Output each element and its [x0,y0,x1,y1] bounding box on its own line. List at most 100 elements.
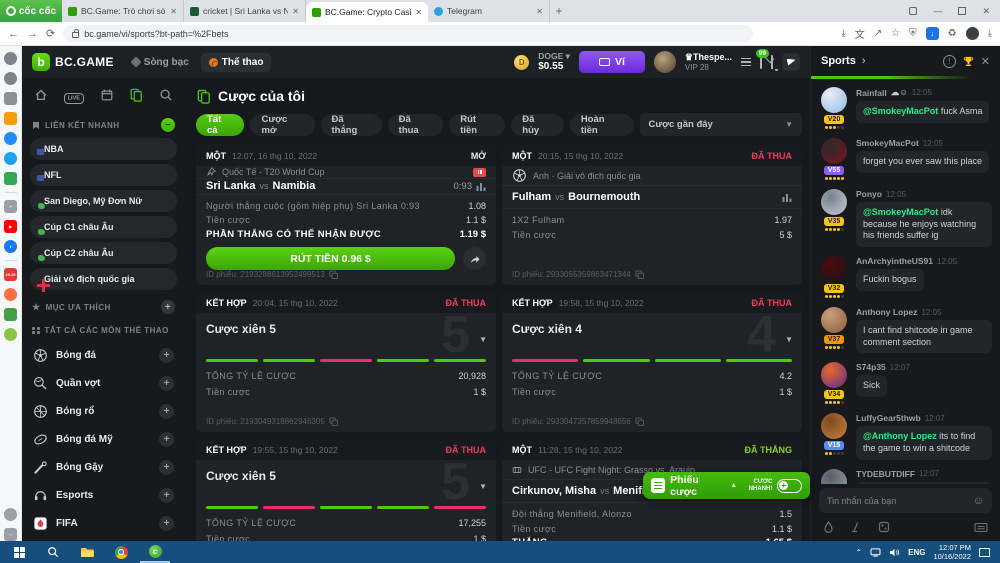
expand-sport-button[interactable]: + [159,516,174,531]
stats-icon[interactable] [476,182,486,191]
chat-toggle-icon[interactable] [782,53,800,71]
chat-username[interactable]: AnArchyintheUS91 [856,256,933,266]
expand-combo-caret[interactable]: ▼ [479,335,487,344]
filter-pill[interactable]: Đã thắng [321,114,382,136]
reload-button[interactable]: ⟳ [46,27,55,40]
user-info[interactable]: ♛Thespe... VIP 28 [685,52,732,72]
copy-icon[interactable] [329,270,338,279]
share-bet-button[interactable] [463,247,486,270]
sport-item[interactable]: Bóng đá Mỹ + [30,425,177,453]
chat-username[interactable]: S74p35 [856,362,886,372]
live-stream-icon[interactable] [473,168,486,177]
expand-combo-caret[interactable]: ▼ [785,335,793,344]
expand-sport-button[interactable]: + [159,376,174,391]
collapse-quick-links-button[interactable]: − [161,118,175,132]
bet-teams[interactable]: FulhamvsBournemouth [502,186,802,209]
back-button[interactable]: ← [8,28,19,40]
live-icon[interactable]: LIVE [64,86,84,104]
new-tab-button[interactable]: + [550,0,568,22]
rain-tip-icon[interactable] [823,521,834,533]
expand-sport-button[interactable]: + [159,432,174,447]
bet-card[interactable]: MỘT20:15, 15 thg 10, 2022 ĐÃ THUA Anh · … [502,145,802,285]
avatar[interactable] [821,138,847,164]
window-maximize-button[interactable] [958,7,966,15]
chat-username[interactable]: Anthony Lopez [856,307,917,317]
menu-icon[interactable] [741,56,751,68]
promo-icon[interactable] [4,288,17,301]
chat-username[interactable]: Ponyo [856,189,882,199]
filter-pill[interactable]: Tất cả [196,114,244,136]
browser-profile-avatar[interactable] [966,27,979,40]
avatar[interactable] [821,307,847,333]
quick-link-item[interactable]: San Diego, Mỹ Đơn Nữ [30,190,177,212]
avatar[interactable] [821,469,847,484]
filter-pill[interactable]: Rút tiền [449,114,505,136]
sort-dropdown[interactable]: Cược gần đây▼ [640,113,803,136]
stats-icon[interactable] [782,193,792,202]
window-close-button[interactable]: ✕ [982,6,990,17]
coccoc-browser-icon[interactable]: c [140,541,170,563]
quick-link-item[interactable]: NBA [30,138,177,160]
bet-card[interactable]: KẾT HỢP19:55, 15 thg 10, 2022 ĐÃ THUA Cư… [196,439,496,541]
copy-icon[interactable] [329,417,338,426]
bell-icon[interactable] [771,56,773,68]
trophy-icon[interactable] [962,55,975,68]
avatar[interactable] [821,87,847,113]
crown-icon[interactable] [4,112,17,125]
tab-close-icon[interactable]: ✕ [536,7,543,16]
keyboard-icon[interactable] [974,522,988,533]
nav-casino[interactable]: Sòng bạc [124,53,197,72]
avatar[interactable] [821,413,847,439]
facebook-icon[interactable]: f [4,240,17,253]
action-center-icon[interactable] [979,548,990,557]
gear-icon[interactable] [4,52,17,65]
sport-item[interactable]: Bóng đá + [30,341,177,369]
bell-tray-icon[interactable] [4,508,17,521]
chrome-icon[interactable] [106,541,136,563]
twitter-icon[interactable] [4,152,17,165]
balance-selector[interactable]: DOGE ▾ $0.55 [538,52,570,72]
youtube-icon[interactable]: ▶ [4,220,17,233]
avatar[interactable] [821,256,847,282]
start-button[interactable] [4,541,34,563]
sport-item[interactable]: Esports + [30,481,177,509]
shield-icon[interactable]: ⛨ [909,28,917,39]
download-page-icon[interactable]: ⤓ [841,28,845,39]
sports-app-icon[interactable] [4,328,17,341]
chat-username[interactable]: TYDEBUTDIFF [856,469,915,479]
bet-card[interactable]: KẾT HỢP19:58, 15 thg 10, 2022 ĐÃ THUA Cư… [502,292,802,432]
home-icon[interactable] [34,88,48,102]
chat-info-icon[interactable]: ! [943,55,956,68]
user-avatar[interactable] [654,51,676,73]
sport-item[interactable]: Quần vợt + [30,369,177,397]
chat-username[interactable]: LuffyGear5thwb [856,413,921,423]
bet-card[interactable]: KẾT HỢP20:04, 15 thg 10, 2022 ĐÃ THUA Cư… [196,292,496,432]
wallet-button[interactable]: Ví [579,51,645,73]
file-explorer-icon[interactable] [72,541,102,563]
expand-sport-button[interactable]: + [159,488,174,503]
tab-close-icon[interactable]: ✕ [415,8,422,17]
add-icon[interactable]: + [4,200,17,213]
nav-sports[interactable]: Thế thao [201,53,272,72]
messenger-icon[interactable] [4,132,17,145]
window-minimize-button[interactable]: — [933,6,942,16]
sport-item[interactable]: FIFA + [30,509,177,537]
chat-rules-icon[interactable] [850,521,862,533]
chat-message-input[interactable] [827,496,967,506]
quick-link-item[interactable]: Cúp C1 châu Âu [30,216,177,238]
taskbar-search-icon[interactable] [38,541,68,563]
expand-sport-button[interactable]: + [159,348,174,363]
expand-sport-button[interactable]: + [159,404,174,419]
search-icon[interactable] [159,88,173,102]
tab-close-icon[interactable]: ✕ [292,7,299,16]
emoji-icon[interactable]: ☺ [973,495,984,507]
filter-pill[interactable]: Hoàn tiền [570,114,634,136]
chat-username[interactable]: SmokeyMacPot [856,138,919,148]
browser-tab[interactable]: BC.Game: Crypto Casino Gam ✕ [306,2,428,22]
my-bets-nav-icon[interactable] [129,88,143,102]
volume-icon[interactable] [889,548,900,557]
tab-close-icon[interactable]: ✕ [170,7,177,16]
chat-room-title[interactable]: Sports [821,55,856,67]
quick-link-item[interactable]: NFL [30,164,177,186]
chat-username[interactable]: Rainfall [856,88,887,98]
